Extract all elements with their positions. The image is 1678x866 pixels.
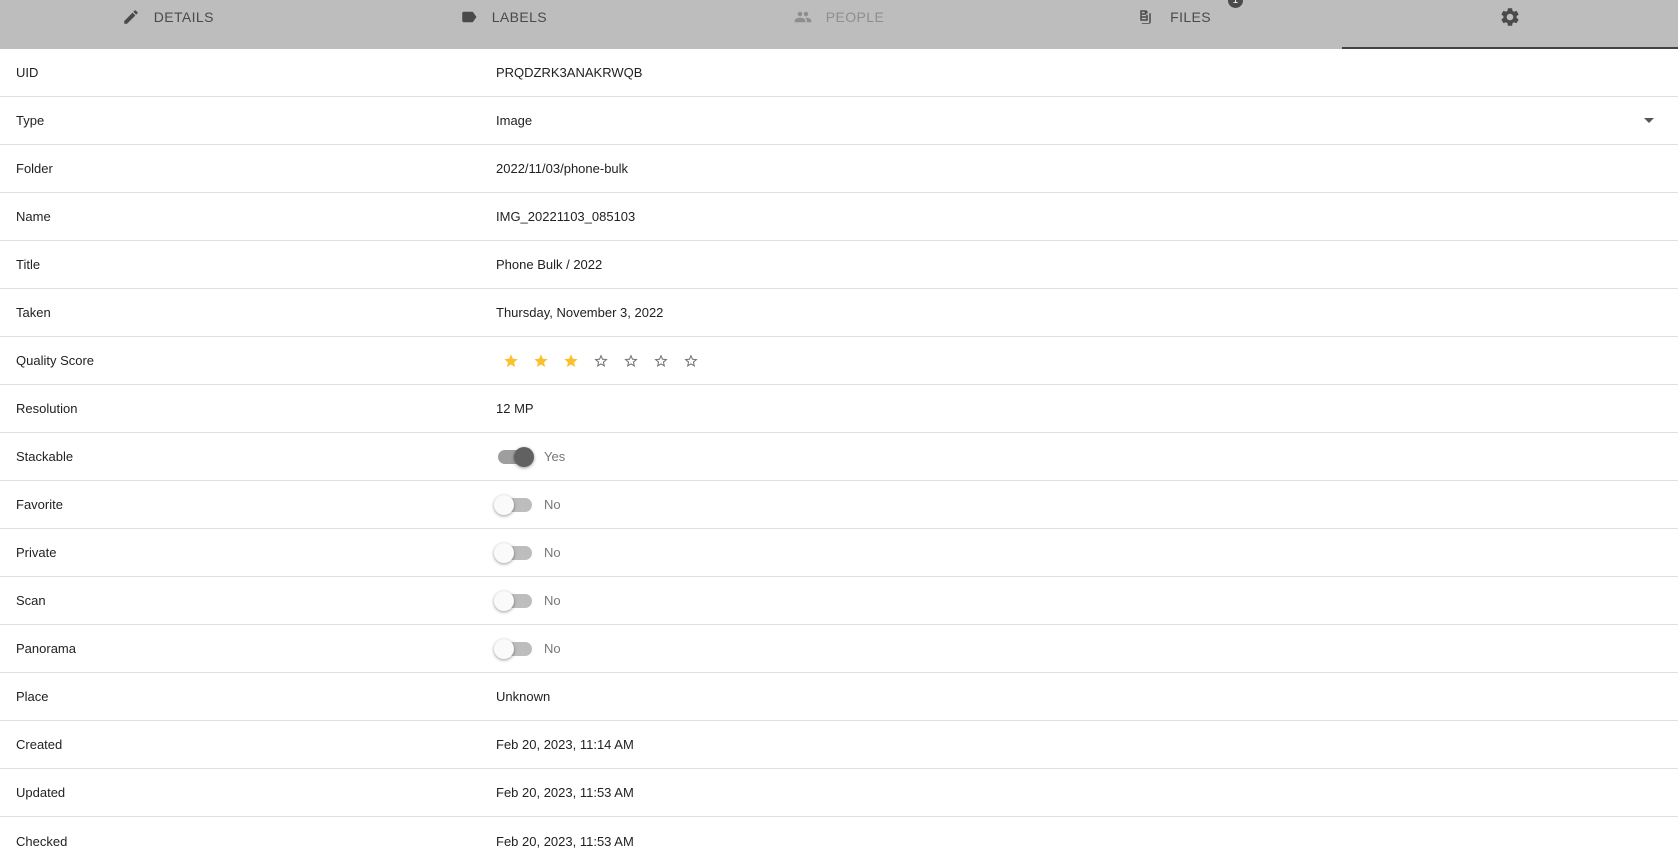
stackable-control: Yes (496, 446, 1678, 467)
files-icon (1138, 8, 1156, 26)
people-icon (794, 8, 812, 26)
table-row-name: Name IMG_20221103_085103 (0, 193, 1678, 241)
files-count-badge: 1 (1228, 0, 1244, 8)
pencil-icon (122, 8, 140, 26)
stackable-toggle[interactable] (496, 446, 534, 467)
type-select[interactable]: Image (496, 113, 1678, 128)
field-label: Private (16, 545, 57, 560)
table-row-private: Private No (0, 529, 1678, 577)
updated-value: Feb 20, 2023, 11:53 AM (496, 785, 634, 800)
field-label: UID (16, 65, 39, 80)
field-label: Favorite (16, 497, 63, 512)
star-outline-icon[interactable] (680, 350, 702, 372)
panorama-control: No (494, 638, 1678, 659)
table-row-folder: Folder 2022/11/03/phone-bulk (0, 145, 1678, 193)
type-select-value: Image (496, 113, 533, 128)
field-label: Scan (16, 593, 46, 608)
table-row-uid: UID PRQDZRK3ANAKRWQB (0, 49, 1678, 97)
taken-value: Thursday, November 3, 2022 (496, 305, 664, 320)
star-rating (500, 350, 710, 372)
stackable-text: Yes (544, 449, 566, 464)
table-row-panorama: Panorama No (0, 625, 1678, 673)
scan-text: No (544, 593, 561, 608)
table-row-taken: Taken Thursday, November 3, 2022 (0, 289, 1678, 337)
table-row-type: Type Image (0, 97, 1678, 145)
checked-value: Feb 20, 2023, 11:53 AM (496, 833, 634, 849)
tab-people[interactable]: PEOPLE (671, 0, 1007, 49)
field-label: Resolution (16, 401, 78, 416)
favorite-toggle[interactable] (494, 494, 532, 515)
table-row-checked: Checked Feb 20, 2023, 11:53 AM (0, 817, 1678, 865)
field-label: Stackable (16, 449, 74, 464)
private-toggle[interactable] (494, 542, 532, 563)
field-label: Quality Score (16, 353, 95, 368)
field-label: Type (16, 113, 45, 128)
tab-details-label: DETAILS (153, 8, 214, 25)
quality-rating (496, 350, 1678, 372)
favorite-text: No (544, 497, 561, 512)
tab-bar: DETAILS LABELS PEOPLE FILES 1 (0, 0, 1678, 49)
resolution-value: 12 MP (496, 401, 534, 416)
chevron-down-icon[interactable] (1644, 118, 1654, 123)
field-label: Folder (16, 161, 53, 176)
private-text: No (544, 545, 561, 560)
field-label: Title (16, 257, 41, 272)
favorite-control: No (494, 494, 1678, 515)
tab-details[interactable]: DETAILS (0, 0, 336, 49)
field-label: Taken (16, 305, 51, 320)
table-row-quality: Quality Score (0, 337, 1678, 385)
table-row-favorite: Favorite No (0, 481, 1678, 529)
star-outline-icon[interactable] (650, 350, 672, 372)
table-row-resolution: Resolution 12 MP (0, 385, 1678, 433)
created-value: Feb 20, 2023, 11:14 AM (496, 737, 634, 752)
panorama-text: No (544, 641, 561, 656)
table-row-created: Created Feb 20, 2023, 11:14 AM (0, 721, 1678, 769)
tab-people-label: PEOPLE (825, 8, 885, 25)
place-value: Unknown (496, 689, 551, 704)
table-row-scan: Scan No (0, 577, 1678, 625)
star-outline-icon[interactable] (620, 350, 642, 372)
field-label: Name (16, 209, 51, 224)
label-tag-icon (460, 8, 478, 26)
tab-files-label: FILES (1170, 8, 1212, 25)
gear-icon (1499, 6, 1521, 28)
star-filled-icon[interactable] (530, 350, 552, 372)
title-value: Phone Bulk / 2022 (496, 257, 603, 272)
scan-toggle[interactable] (494, 590, 532, 611)
table-row-title: Title Phone Bulk / 2022 (0, 241, 1678, 289)
table-row-updated: Updated Feb 20, 2023, 11:53 AM (0, 769, 1678, 817)
field-label: Checked (16, 833, 68, 849)
scan-control: No (494, 590, 1678, 611)
field-label: Place (16, 689, 49, 704)
panorama-toggle[interactable] (494, 638, 532, 659)
field-label: Updated (16, 785, 66, 800)
star-outline-icon[interactable] (590, 350, 612, 372)
tab-labels[interactable]: LABELS (336, 0, 672, 49)
star-filled-icon[interactable] (560, 350, 582, 372)
table-row-stackable: Stackable Yes (0, 433, 1678, 481)
tab-settings[interactable] (1342, 0, 1678, 49)
name-value: IMG_20221103_085103 (496, 209, 636, 224)
field-label: Panorama (16, 641, 76, 656)
table-row-place: Place Unknown (0, 673, 1678, 721)
tab-labels-label: LABELS (491, 8, 548, 25)
field-label: Created (16, 737, 63, 752)
info-table: UID PRQDZRK3ANAKRWQB Type Image Folder 2… (0, 49, 1678, 865)
star-filled-icon[interactable] (500, 350, 522, 372)
tab-files[interactable]: FILES 1 (1007, 0, 1343, 49)
private-control: No (494, 542, 1678, 563)
uid-value: PRQDZRK3ANAKRWQB (496, 65, 643, 80)
folder-value: 2022/11/03/phone-bulk (496, 161, 629, 176)
